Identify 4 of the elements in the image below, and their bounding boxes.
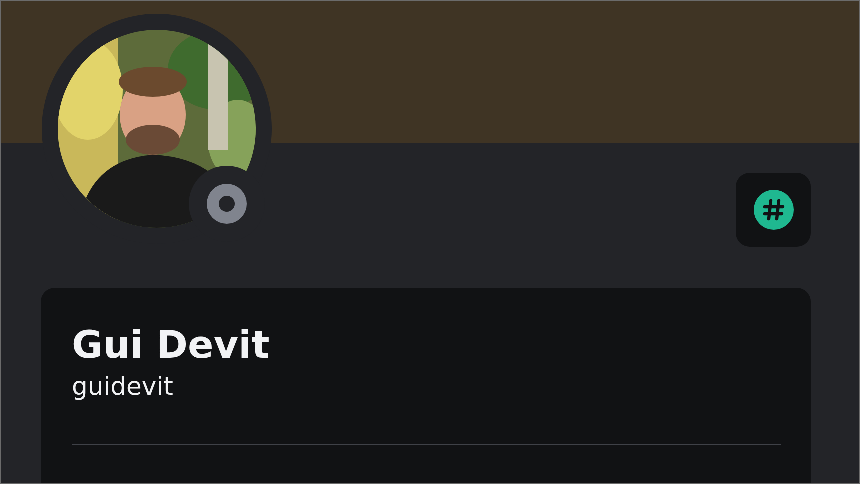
hashtag-icon — [754, 190, 794, 230]
badge-tile[interactable] — [736, 173, 811, 247]
username: guidevit — [72, 371, 174, 403]
display-name: Gui Devit — [72, 322, 271, 368]
